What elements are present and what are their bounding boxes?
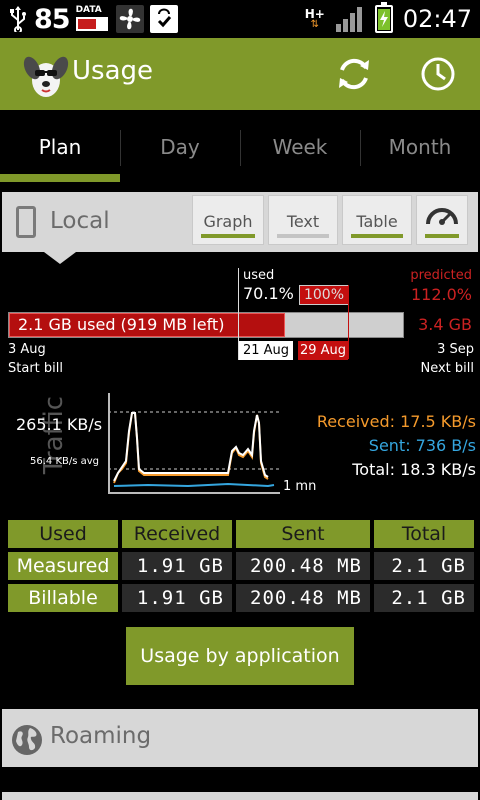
globe-icon <box>12 725 42 755</box>
table-header-total: Total <box>374 520 474 548</box>
received-rate: Received: 17.5 KB/s <box>316 412 476 431</box>
graph-view-button[interactable]: Graph <box>192 195 264 245</box>
header-pointer <box>44 252 76 264</box>
usage-bar-text: 2.1 GB used (919 MB left) <box>18 315 225 334</box>
next-bill-label: Next bill <box>420 361 474 376</box>
table-header-received: Received <box>122 520 232 548</box>
speedometer-icon <box>426 208 458 225</box>
usb-icon <box>10 6 26 32</box>
limit-marker-line <box>348 285 349 359</box>
predicted-label: predicted <box>410 268 472 283</box>
text-view-button[interactable]: Text <box>268 195 338 245</box>
traffic-label: Traffic <box>39 395 69 475</box>
row-label-billable: Billable <box>8 584 118 612</box>
history-clock-icon[interactable] <box>416 52 460 96</box>
local-title: Local <box>50 208 110 234</box>
end-date: 3 Sep <box>437 342 474 357</box>
tab-bar: Plan Day Week Month <box>0 110 480 184</box>
measured-sent: 200.48 MB <box>236 552 370 580</box>
refresh-icon[interactable] <box>332 52 376 96</box>
app-title: Usage <box>72 56 154 86</box>
measured-received: 1.91 GB <box>122 552 232 580</box>
measured-total: 2.1 GB <box>374 552 474 580</box>
table-header-used: Used <box>8 520 118 548</box>
total-series <box>113 412 269 482</box>
roaming-title: Roaming <box>50 723 152 749</box>
avg-speed-label: 56.4 KB/s avg <box>30 456 100 467</box>
table-view-button[interactable]: Table <box>342 195 412 245</box>
start-date: 3 Aug <box>8 342 46 357</box>
clock: 02:47 <box>402 5 472 33</box>
phone-icon <box>16 206 36 238</box>
billable-received: 1.91 GB <box>122 584 232 612</box>
limit-date-badge: 29 Aug <box>298 341 348 360</box>
predicted-percent: 112.0% <box>410 285 472 304</box>
table-header-sent: Sent <box>236 520 370 548</box>
time-span-label: 1 mn <box>283 479 317 494</box>
today-date-badge: 21 Aug <box>239 341 293 360</box>
chart-axes <box>108 393 280 494</box>
data-label: DATA <box>75 5 102 15</box>
tab-plan[interactable]: Plan <box>0 110 120 184</box>
used-percent: 70.1% <box>243 284 294 303</box>
network-type-icon: H+ ⇅ <box>304 6 325 30</box>
data-usage-icon: DATA <box>75 4 110 34</box>
traffic-chart <box>108 393 280 494</box>
max-speed-label: 265.1 KB/s <box>16 415 103 434</box>
total-rate: Total: 18.3 KB/s <box>352 460 476 479</box>
billable-total: 2.1 GB <box>374 584 474 612</box>
next-section-edge <box>2 792 478 800</box>
tab-week[interactable]: Week <box>240 110 360 184</box>
battery-charging-icon <box>374 2 393 33</box>
speed-view-button[interactable] <box>416 195 468 245</box>
usage-by-application-button[interactable]: Usage by application <box>126 627 354 685</box>
billable-sent: 200.48 MB <box>236 584 370 612</box>
used-label: used <box>243 268 275 283</box>
sent-rate: Sent: 736 B/s <box>368 436 476 455</box>
status-bar: 85 DATA H+ ⇅ 02:47 <box>0 0 480 38</box>
start-bill-label: Start bill <box>8 361 63 376</box>
roaming-section-header[interactable]: Roaming <box>2 709 478 767</box>
predicted-usage: 3.4 GB <box>418 315 472 334</box>
notification-count: 85 <box>34 3 71 35</box>
action-bar: Usage <box>0 38 480 110</box>
limit-percent-badge: 100% <box>299 285 349 305</box>
tab-month[interactable]: Month <box>360 110 480 184</box>
fan-icon <box>115 5 144 33</box>
sent-series <box>113 482 275 488</box>
app-logo-icon[interactable] <box>20 50 72 100</box>
tab-day[interactable]: Day <box>120 110 240 184</box>
shopping-bag-icon <box>149 5 178 33</box>
signal-icon <box>335 7 362 32</box>
row-label-measured: Measured <box>8 552 118 580</box>
